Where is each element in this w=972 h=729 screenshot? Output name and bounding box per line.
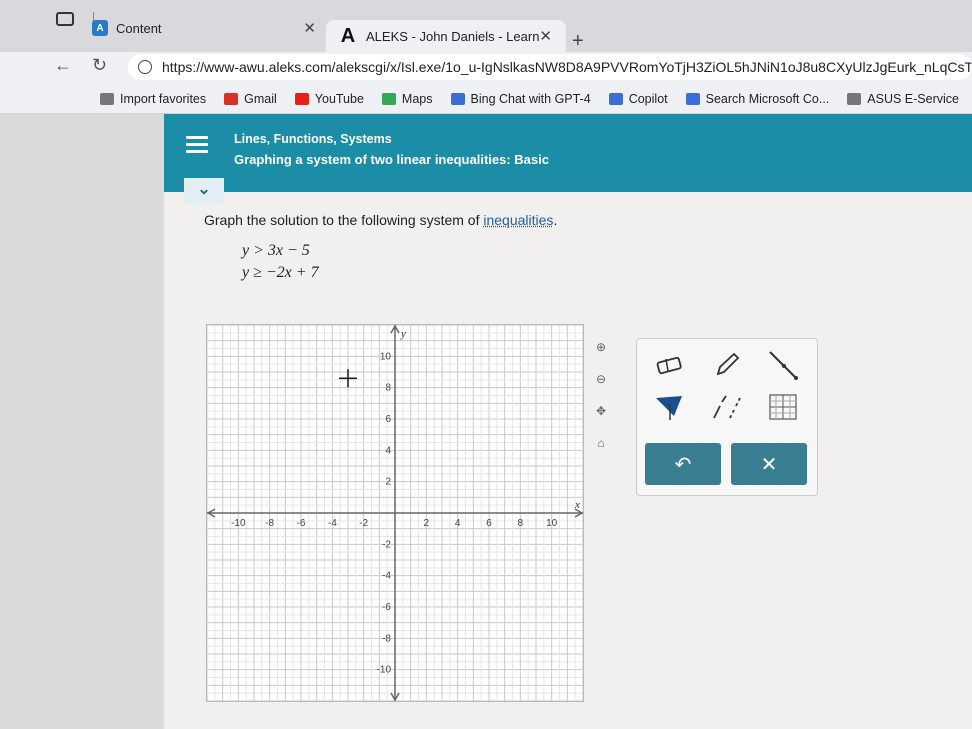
bookmark-favicon-icon xyxy=(450,92,465,105)
bookmark-label: YouTube xyxy=(314,91,364,106)
prompt-text: Graph the solution to the following syst… xyxy=(204,212,484,228)
x-tick-label: -2 xyxy=(359,518,368,529)
y-tick-label: 2 xyxy=(385,477,391,488)
line-icon[interactable] xyxy=(763,347,803,383)
inequality-1: y > 3x − 5 xyxy=(242,242,310,259)
y-tick-label: 4 xyxy=(385,445,391,456)
y-tick-label: -8 xyxy=(382,633,391,644)
bookmark-item[interactable]: Copilot xyxy=(608,91,668,106)
back-arrow-icon[interactable]: ← xyxy=(54,55,72,76)
pan-icon[interactable]: ✥ xyxy=(592,402,610,420)
tab-content[interactable]: A Content ✕ xyxy=(92,10,330,46)
inequality-2: y ≥ −2x + 7 xyxy=(242,264,319,281)
zoom-in-icon[interactable]: ⊕ xyxy=(592,338,610,356)
bookmark-label: Import favorites xyxy=(120,91,207,106)
site-info-icon[interactable] xyxy=(138,60,152,74)
refresh-icon[interactable]: ↻ xyxy=(92,55,107,76)
close-tab-icon[interactable]: ✕ xyxy=(303,19,316,37)
y-tick-label: -2 xyxy=(382,539,391,550)
bookmark-label: Gmail xyxy=(244,91,277,106)
bookmark-favicon-icon xyxy=(381,92,396,105)
bookmark-label: Bing Chat with GPT-4 xyxy=(470,91,591,106)
graphing-tools-panel: ↶ ✕ xyxy=(636,338,818,496)
clear-button[interactable]: ✕ xyxy=(731,443,807,485)
url-field[interactable]: https://www-awu.aleks.com/alekscgi/x/Isl… xyxy=(128,54,972,80)
bookmark-item[interactable]: Maps xyxy=(381,91,433,106)
y-tick-label: 8 xyxy=(385,383,391,394)
close-tab-icon[interactable]: ✕ xyxy=(539,27,552,45)
hamburger-menu-icon[interactable] xyxy=(186,136,208,154)
grid-point-icon[interactable] xyxy=(763,389,803,425)
page-area: Lines, Functions, Systems Graphing a sys… xyxy=(0,114,972,729)
bookmark-label: Search Microsoft Co... xyxy=(705,91,830,106)
x-tick-label: -4 xyxy=(328,518,337,529)
bookmark-item[interactable]: Gmail xyxy=(224,92,277,106)
bookmark-item[interactable]: Search Microsoft Co... xyxy=(685,91,830,106)
browser-tab-bar: A Content ✕ A ALEKS - John Daniels - Lea… xyxy=(0,0,972,52)
bookmark-item[interactable]: Import favorites xyxy=(100,92,206,106)
undo-button[interactable]: ↶ xyxy=(645,443,721,485)
x-tick-label: -8 xyxy=(265,518,274,529)
y-tick-label: -4 xyxy=(382,571,391,582)
topic-title: Lines, Functions, Systems xyxy=(234,132,392,146)
x-tick-label: -10 xyxy=(231,518,246,529)
bookmark-favicon-icon xyxy=(685,92,700,105)
y-tick-label: -6 xyxy=(382,602,391,613)
subtopic-title: Graphing a system of two linear inequali… xyxy=(234,152,549,167)
home-icon[interactable]: ⌂ xyxy=(592,434,610,452)
aleks-content: Lines, Functions, Systems Graphing a sys… xyxy=(164,114,972,729)
y-tick-label: -10 xyxy=(377,665,392,676)
inequalities-link[interactable]: inequalities xyxy=(483,212,553,228)
question-prompt: Graph the solution to the following syst… xyxy=(204,212,557,228)
window-menu-icon[interactable] xyxy=(56,12,74,26)
aleks-favicon-icon: A xyxy=(340,24,356,47)
address-bar-row: ← ↻ https://www-awu.aleks.com/alekscgi/x… xyxy=(0,52,972,84)
bookmark-item[interactable]: Bing Chat with GPT-4 xyxy=(450,91,591,106)
x-tick-label: 8 xyxy=(518,518,524,529)
zoom-out-icon[interactable]: ⊖ xyxy=(592,370,610,388)
bookmark-label: Copilot xyxy=(628,91,668,106)
x-tick-label: 4 xyxy=(455,518,461,529)
bookmark-favicon-icon xyxy=(294,92,309,105)
x-tick-label: 6 xyxy=(486,518,492,529)
new-tab-icon[interactable]: + xyxy=(572,30,584,53)
bookmark-item[interactable]: YouTube xyxy=(294,91,364,106)
bookmark-favicon-icon xyxy=(847,92,862,105)
topic-header: Lines, Functions, Systems Graphing a sys… xyxy=(164,114,972,192)
x-tick-label: 10 xyxy=(546,518,558,529)
bookmark-label: Maps xyxy=(401,91,433,106)
tab-aleks[interactable]: A ALEKS - John Daniels - Learn ✕ xyxy=(326,20,566,52)
y-tick-label: 6 xyxy=(385,414,391,425)
tab-title: ALEKS - John Daniels - Learn xyxy=(366,28,540,44)
left-gutter xyxy=(0,114,164,729)
eraser-icon[interactable] xyxy=(649,347,689,383)
x-tick-label: -6 xyxy=(297,518,306,529)
bookmark-favicon-icon xyxy=(608,92,623,105)
x-tick-label: 2 xyxy=(424,518,430,529)
y-tick-label: 10 xyxy=(380,351,392,362)
bookmark-favicon-icon xyxy=(224,92,239,105)
shade-region-icon[interactable] xyxy=(649,389,689,425)
url-text: https://www-awu.aleks.com/alekscgi/x/Isl… xyxy=(162,59,972,75)
bookmark-label: ASUS E-Service xyxy=(867,91,959,106)
graph-area[interactable]: -10 -8 -6 -4 -2 2 4 6 8 10 10 8 6 4 2 -2 -4 -6 -8 -10 x y xyxy=(206,324,584,702)
tab-title: Content xyxy=(116,20,162,36)
bookmark-favicon-icon xyxy=(100,92,114,105)
content-favicon-icon: A xyxy=(92,20,108,36)
dashed-line-icon[interactable] xyxy=(707,389,747,425)
pencil-icon[interactable] xyxy=(707,347,747,383)
coordinate-grid[interactable]: -10 -8 -6 -4 -2 2 4 6 8 10 10 8 6 4 2 -2 -4 -6 -8 -10 x y xyxy=(206,324,584,702)
chevron-down-icon[interactable]: ⌄ xyxy=(184,178,224,204)
bookmark-item[interactable]: ASUS E-Service xyxy=(847,92,959,106)
bookmarks-bar: Import favorites Gmail YouTube Maps Bing Cha… xyxy=(0,84,972,114)
x-axis-label: x xyxy=(574,499,580,511)
y-axis-label: y xyxy=(400,328,406,340)
prompt-period: . xyxy=(553,212,558,228)
